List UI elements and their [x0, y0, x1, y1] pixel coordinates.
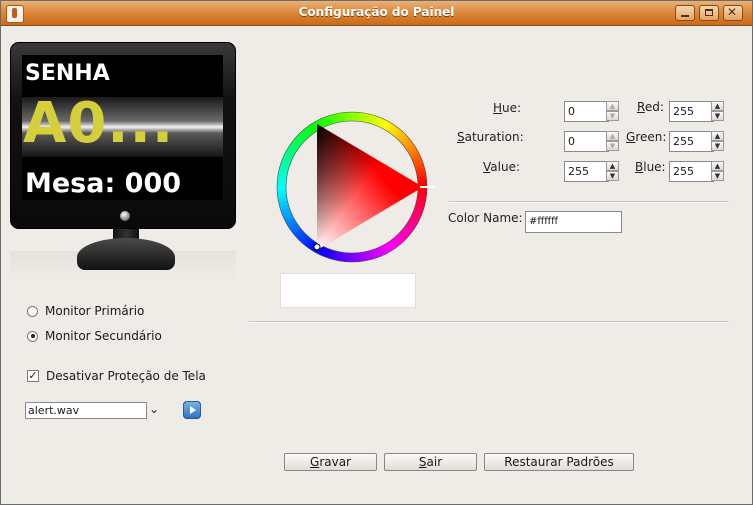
spinner-up-icon[interactable]: ▲ — [711, 161, 724, 171]
spinner-down-icon[interactable]: ▼ — [606, 111, 619, 121]
spinner-down-icon[interactable]: ▼ — [606, 141, 619, 151]
save-button[interactable]: Gravar — [284, 453, 377, 471]
radio-label: Monitor Secundário — [45, 329, 162, 343]
close-button[interactable]: ✕ — [723, 5, 743, 21]
value-spinner[interactable]: 255 ▲ ▼ — [564, 161, 619, 182]
minimize-icon — [681, 15, 689, 17]
color-wheel[interactable] — [263, 98, 441, 276]
close-icon: ✕ — [727, 5, 738, 19]
spinner-down-icon[interactable]: ▼ — [711, 171, 724, 181]
spinner-up-icon[interactable]: ▲ — [606, 101, 619, 111]
blue-label: Blue: — [635, 160, 666, 174]
window-title: Configuração do Painel — [298, 5, 455, 19]
radio-monitor-secondary[interactable]: Monitor Secundário — [27, 328, 162, 344]
senha-label: SENHA — [25, 61, 110, 86]
title-bar[interactable]: Configuração do Painel ✕ — [1, 1, 752, 26]
monitor-screen: SENHA A0... Mesa: 000 — [22, 55, 223, 200]
maximize-icon — [705, 9, 713, 16]
radio-button[interactable] — [27, 305, 38, 317]
divider — [249, 321, 729, 323]
monitor-preview: SENHA A0... Mesa: 000 — [10, 42, 236, 229]
config-window: Configuração do Painel ✕ SENHA A0... Mes… — [0, 0, 753, 505]
checkbox-label: Desativar Proteção de Tela — [46, 369, 206, 383]
monitor-stand — [77, 238, 175, 270]
red-spinner[interactable]: 255 ▲ ▼ — [669, 101, 724, 122]
minimize-button[interactable] — [675, 5, 695, 21]
spinner-up-icon[interactable]: ▲ — [711, 101, 724, 111]
saturation-spinner[interactable]: 0 ▲ ▼ — [564, 131, 619, 152]
color-preview-swatch — [280, 273, 416, 308]
value-field[interactable]: 255 — [564, 161, 609, 182]
radio-label: Monitor Primário — [45, 304, 145, 318]
sound-file-field[interactable]: alert.wav — [25, 402, 147, 419]
exit-button[interactable]: Sair — [384, 453, 477, 471]
restore-defaults-button[interactable]: Restaurar Padrões — [484, 453, 634, 471]
spinner-up-icon[interactable]: ▲ — [711, 131, 724, 141]
color-name-label: Color Name: — [448, 211, 523, 225]
saturation-field[interactable]: 0 — [564, 131, 609, 152]
hue-label: Hue: — [493, 101, 522, 115]
red-field[interactable]: 255 — [669, 101, 714, 122]
spinner-down-icon[interactable]: ▼ — [711, 111, 724, 121]
spinner-down-icon[interactable]: ▼ — [711, 141, 724, 151]
checkbox-disable-screensaver[interactable]: ✓ Desativar Proteção de Tela — [27, 368, 206, 384]
checkbox[interactable]: ✓ — [27, 370, 39, 382]
spinner-down-icon[interactable]: ▼ — [606, 171, 619, 181]
color-name-field[interactable]: #ffffff — [525, 211, 622, 233]
green-label: Green: — [626, 130, 667, 144]
color-picker-marker[interactable] — [313, 243, 321, 251]
ticket-code: A0... — [23, 91, 175, 156]
radio-monitor-primary[interactable]: Monitor Primário — [27, 303, 144, 319]
hue-field[interactable]: 0 — [564, 101, 609, 122]
saturation-label: Saturation: — [457, 130, 524, 144]
value-label: Value: — [483, 160, 520, 174]
green-field[interactable]: 255 — [669, 131, 714, 152]
green-spinner[interactable]: 255 ▲ ▼ — [669, 131, 724, 152]
mesa-label: Mesa: 000 — [25, 168, 182, 199]
blue-field[interactable]: 255 — [669, 161, 714, 182]
blue-spinner[interactable]: 255 ▲ ▼ — [669, 161, 724, 182]
play-sound-button[interactable] — [183, 401, 201, 419]
hue-spinner[interactable]: 0 ▲ ▼ — [564, 101, 619, 122]
maximize-button[interactable] — [699, 5, 719, 21]
red-label: Red: — [637, 100, 664, 114]
power-led-icon — [120, 211, 130, 221]
chevron-down-icon[interactable]: ⌄ — [149, 402, 159, 416]
sound-file-combo[interactable]: alert.wav ⌄ — [25, 402, 165, 419]
radio-button[interactable] — [27, 330, 38, 342]
spinner-up-icon[interactable]: ▲ — [606, 161, 619, 171]
spinner-up-icon[interactable]: ▲ — [606, 131, 619, 141]
divider — [449, 201, 729, 203]
